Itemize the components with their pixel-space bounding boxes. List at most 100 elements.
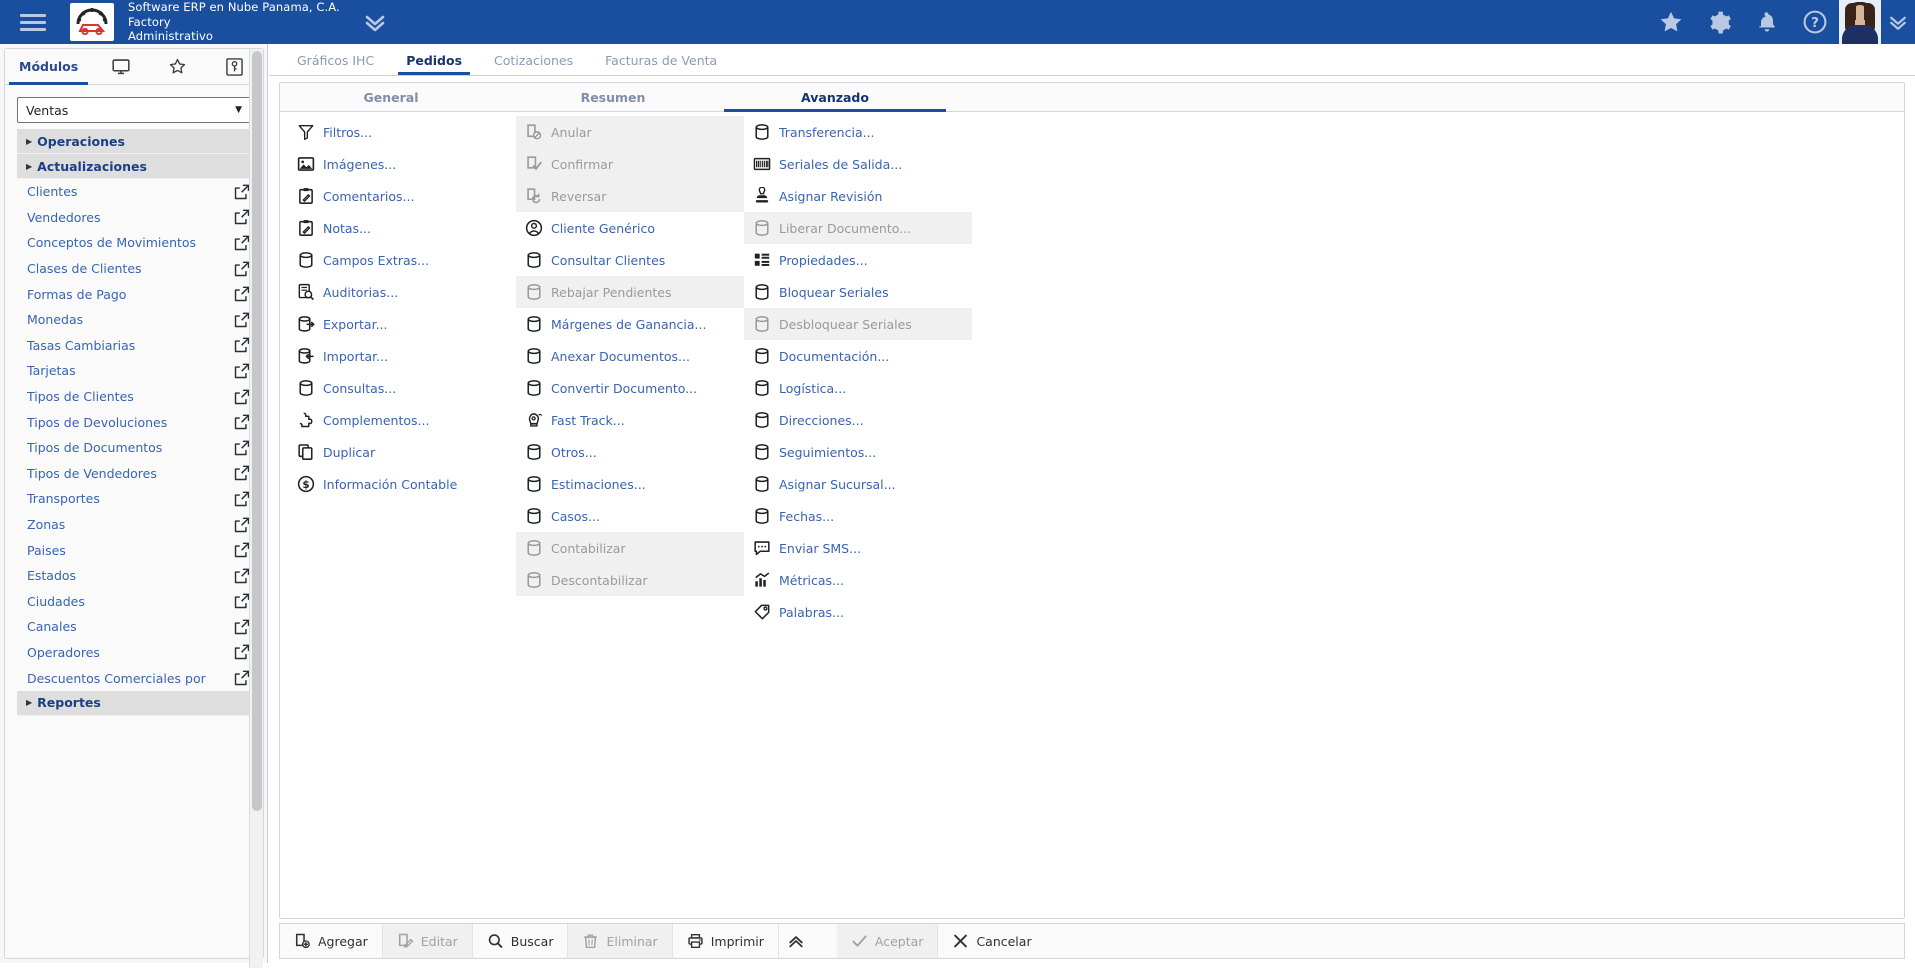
agregar-button[interactable]: Agregar bbox=[280, 924, 383, 958]
settings-gear-icon[interactable] bbox=[1695, 0, 1743, 44]
action-otros[interactable]: Otros... bbox=[516, 436, 744, 468]
help-question-icon[interactable]: ? bbox=[1791, 0, 1839, 44]
sidebar-scrollbar-thumb[interactable] bbox=[252, 51, 262, 811]
sidebar-item-tipos-de-vendedores[interactable]: Tipos de Vendedores bbox=[17, 461, 251, 487]
user-menu-chevron-double-down-icon[interactable] bbox=[1881, 0, 1915, 44]
action-cliente-generico-label: Cliente Genérico bbox=[551, 221, 655, 236]
action-enviar-sms[interactable]: Enviar SMS... bbox=[744, 532, 972, 564]
sidebar-group-actualizaciones[interactable]: ▶Actualizaciones bbox=[17, 154, 251, 179]
action-logistica[interactable]: Logística... bbox=[744, 372, 972, 404]
action-convertir-documento[interactable]: Convertir Documento... bbox=[516, 372, 744, 404]
action-metricas[interactable]: Métricas... bbox=[744, 564, 972, 596]
action-palabras[interactable]: Palabras... bbox=[744, 596, 972, 628]
sidebar-item-transportes[interactable]: Transportes bbox=[17, 486, 251, 512]
action-seriales-de-salida[interactable]: Seriales de Salida... bbox=[744, 148, 972, 180]
action-notas[interactable]: Notas... bbox=[288, 212, 516, 244]
subtab-resumen[interactable]: Resumen bbox=[502, 83, 724, 111]
chat-sms-icon bbox=[752, 539, 771, 558]
action-informacion-contable[interactable]: $Información Contable bbox=[288, 468, 516, 500]
sidebar-item-tasas-cambiarias[interactable]: Tasas Cambiarias bbox=[17, 333, 251, 359]
action-direcciones[interactable]: Direcciones... bbox=[744, 404, 972, 436]
tab-graficos-ihc[interactable]: Gráficos IHC bbox=[281, 45, 390, 75]
database-icon bbox=[524, 283, 543, 302]
action-consultas[interactable]: Consultas... bbox=[288, 372, 516, 404]
action-confirmar: Confirmar bbox=[516, 148, 744, 180]
favorites-star-icon[interactable] bbox=[1647, 0, 1695, 44]
tab-cotizaciones[interactable]: Cotizaciones bbox=[478, 45, 589, 75]
action-asignar-revision-label: Asignar Revisión bbox=[779, 189, 882, 204]
sidebar-item-tarjetas[interactable]: Tarjetas bbox=[17, 358, 251, 384]
sidebar-tab-favorites[interactable] bbox=[149, 49, 206, 84]
chevron-double-down-icon[interactable] bbox=[362, 11, 388, 33]
sidebar-item-monedas[interactable]: Monedas bbox=[17, 307, 251, 333]
sidebar-group-operaciones[interactable]: ▶Operaciones bbox=[17, 129, 251, 154]
tab-facturas-de-venta[interactable]: Facturas de Venta bbox=[589, 45, 733, 75]
action-margenes-de-ganancia[interactable]: Márgenes de Ganancia... bbox=[516, 308, 744, 340]
sidebar-item-clientes[interactable]: Clientes bbox=[17, 179, 251, 205]
action-comentarios[interactable]: Comentarios... bbox=[288, 180, 516, 212]
sidebar-item-estados[interactable]: Estados bbox=[17, 563, 251, 589]
sidebar-tab-monitor[interactable] bbox=[92, 49, 149, 84]
action-campos-extras-label: Campos Extras... bbox=[323, 253, 429, 268]
module-select[interactable]: Ventas ▼ bbox=[17, 97, 251, 123]
buscar-button[interactable]: Buscar bbox=[473, 924, 569, 958]
action-asignar-revision[interactable]: Asignar Revisión bbox=[744, 180, 972, 212]
action-direcciones-label: Direcciones... bbox=[779, 413, 864, 428]
sidebar-item-formas-de-pago[interactable]: Formas de Pago bbox=[17, 281, 251, 307]
sidebar-item-paises[interactable]: Paises bbox=[17, 537, 251, 563]
sidebar-item-tipos-de-documentos[interactable]: Tipos de Documentos bbox=[17, 435, 251, 461]
action-duplicar[interactable]: Duplicar bbox=[288, 436, 516, 468]
action-descontabilizar: Descontabilizar bbox=[516, 564, 744, 596]
notifications-bell-icon[interactable] bbox=[1743, 0, 1791, 44]
sidebar-item-tipos-de-devoluciones[interactable]: Tipos de Devoluciones bbox=[17, 409, 251, 435]
hamburger-menu-icon[interactable] bbox=[10, 0, 56, 44]
action-auditorias[interactable]: Auditorias... bbox=[288, 276, 516, 308]
action-importar[interactable]: Importar... bbox=[288, 340, 516, 372]
user-avatar[interactable] bbox=[1839, 0, 1881, 44]
action-fechas[interactable]: Fechas... bbox=[744, 500, 972, 532]
action-cliente-generico[interactable]: Cliente Genérico bbox=[516, 212, 744, 244]
sidebar-scrollbar[interactable] bbox=[249, 49, 263, 968]
sidebar-item-canales[interactable]: Canales bbox=[17, 614, 251, 640]
action-campos-extras[interactable]: Campos Extras... bbox=[288, 244, 516, 276]
action-fast-track[interactable]: Fast Track... bbox=[516, 404, 744, 436]
subtab-avanzado[interactable]: Avanzado bbox=[724, 83, 946, 111]
edit-document-icon bbox=[397, 933, 414, 950]
action-seguimientos[interactable]: Seguimientos... bbox=[744, 436, 972, 468]
sidebar-item-operadores[interactable]: Operadores bbox=[17, 640, 251, 666]
sidebar-group-actualizaciones-label: Actualizaciones bbox=[37, 159, 147, 174]
action-asignar-sucursal[interactable]: Asignar Sucursal... bbox=[744, 468, 972, 500]
action-estimaciones[interactable]: Estimaciones... bbox=[516, 468, 744, 500]
action-documentacion[interactable]: Documentación... bbox=[744, 340, 972, 372]
action-imagenes[interactable]: Imágenes... bbox=[288, 148, 516, 180]
sidebar-item-ciudades[interactable]: Ciudades bbox=[17, 589, 251, 615]
action-rebajar-pendientes-label: Rebajar Pendientes bbox=[551, 285, 671, 300]
chevron-double-up-icon[interactable] bbox=[779, 932, 813, 950]
action-filtros[interactable]: Filtros... bbox=[288, 116, 516, 148]
action-complementos[interactable]: Complementos... bbox=[288, 404, 516, 436]
tab-pedidos[interactable]: Pedidos bbox=[390, 45, 478, 75]
sidebar-group-reportes[interactable]: ▶Reportes bbox=[17, 691, 251, 716]
action-propiedades[interactable]: Propiedades... bbox=[744, 244, 972, 276]
sidebar-item-descuentos-comerciales[interactable]: Descuentos Comerciales por bbox=[17, 665, 251, 691]
action-casos[interactable]: Casos... bbox=[516, 500, 744, 532]
action-transferencia[interactable]: Transferencia... bbox=[744, 116, 972, 148]
sidebar-item-tipos-de-clientes[interactable]: Tipos de Clientes bbox=[17, 384, 251, 410]
action-consultar-clientes[interactable]: Consultar Clientes bbox=[516, 244, 744, 276]
sidebar-item-zonas-label: Zonas bbox=[27, 517, 233, 532]
subtab-general[interactable]: General bbox=[280, 83, 502, 111]
sidebar-item-conceptos-de-movimientos[interactable]: Conceptos de Movimientos bbox=[17, 230, 251, 256]
action-exportar[interactable]: Exportar... bbox=[288, 308, 516, 340]
sidebar-tab-modulos[interactable]: Módulos bbox=[5, 49, 92, 84]
sidebar-item-clases-de-clientes[interactable]: Clases de Clientes bbox=[17, 256, 251, 282]
action-anexar-documentos[interactable]: Anexar Documentos... bbox=[516, 340, 744, 372]
document-tabs: Gráficos IHCPedidosCotizacionesFacturas … bbox=[269, 44, 1915, 76]
action-bloquear-seriales[interactable]: Bloquear Seriales bbox=[744, 276, 972, 308]
sidebar-item-vendedores[interactable]: Vendedores bbox=[17, 205, 251, 231]
imprimir-button[interactable]: Imprimir bbox=[673, 924, 779, 958]
action-margenes-de-ganancia-label: Márgenes de Ganancia... bbox=[551, 317, 706, 332]
sidebar-item-zonas[interactable]: Zonas bbox=[17, 512, 251, 538]
cancelar-button[interactable]: Cancelar bbox=[938, 924, 1045, 958]
action-auditorias-label: Auditorias... bbox=[323, 285, 398, 300]
sidebar-panel: Módulos bbox=[4, 48, 264, 959]
